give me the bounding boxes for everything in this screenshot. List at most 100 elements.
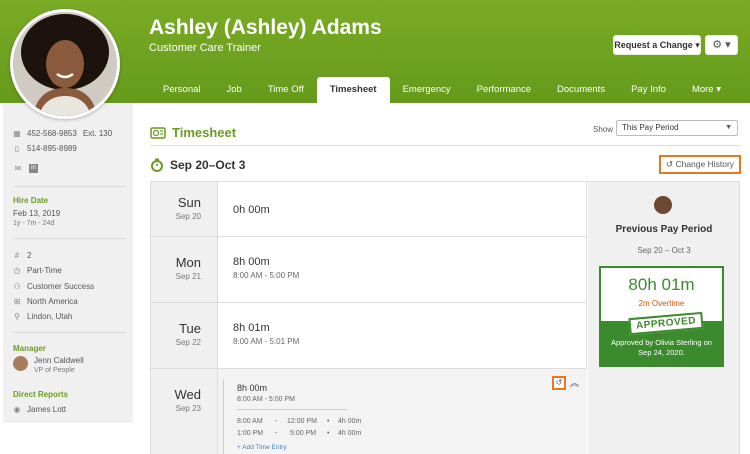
tenure: 1y - 7m - 24d xyxy=(13,220,55,227)
employee-number: 2 xyxy=(27,251,32,260)
stopwatch-icon xyxy=(151,158,163,172)
day-name: Mon xyxy=(175,255,201,270)
day-row-sun[interactable]: Sun Sep 20 0h 00m xyxy=(151,182,587,237)
timesheet-icon xyxy=(150,126,166,139)
manager-name[interactable]: Jenn Caldwell xyxy=(34,356,84,365)
summary-overtime: 2m Overtime xyxy=(638,299,685,308)
divider xyxy=(223,379,224,454)
mobile-phone-icon: ▯ xyxy=(14,143,20,153)
manager-avatar xyxy=(13,356,28,371)
day-row-wed-expanded xyxy=(218,369,587,454)
day-history-icon[interactable]: ↺ xyxy=(552,376,566,390)
clock-icon: ◷ xyxy=(13,265,21,275)
manager-label: Manager xyxy=(13,344,46,353)
history-icon: ↺ xyxy=(665,159,674,169)
pay-period-select-value: This Pay Period xyxy=(622,123,679,132)
chevron-down-icon: ▼ xyxy=(725,124,732,131)
day-time-range: 8:00 AM - 5:00 PM xyxy=(233,271,300,280)
org-chart-icon: ⊞ xyxy=(13,296,21,306)
timesheet-title: Timesheet xyxy=(172,125,237,140)
email-icon[interactable]: ✉ xyxy=(13,164,23,173)
entry-start: 8:00 AM xyxy=(237,418,263,425)
social-links: ✉ in xyxy=(13,164,38,173)
tab-job[interactable]: Job xyxy=(214,77,255,103)
tab-time-off[interactable]: Time Off xyxy=(255,77,317,103)
tab-timesheet[interactable]: Timesheet xyxy=(316,77,390,103)
approver-avatar xyxy=(654,196,672,214)
day-date: Sep 22 xyxy=(175,338,201,347)
tab-personal[interactable]: Personal xyxy=(150,77,214,103)
profile-tabs: Personal Job Time Off Timesheet Emergenc… xyxy=(150,77,734,103)
previous-pay-period-summary: Previous Pay Period Sep 20 – Oct 3 80h 0… xyxy=(588,182,740,454)
manager-title: VP of People xyxy=(34,367,75,374)
tab-more-label: More xyxy=(691,84,714,95)
divider xyxy=(237,409,347,410)
sidebar-divider xyxy=(13,238,125,239)
employment-type-row: ◷ Part-Time xyxy=(13,266,62,275)
request-change-button[interactable]: Request a Change ▾ xyxy=(613,35,701,55)
approved-by-text: Approved by Olivia Sterling on Sep 24, 2… xyxy=(611,338,712,357)
mobile-phone[interactable]: 514-895-8989 xyxy=(27,144,77,153)
employee-job-title: Customer Care Trainer xyxy=(149,42,261,54)
employee-photo xyxy=(10,9,120,119)
day-time-range: 8:00 AM - 5:01 PM xyxy=(233,337,300,346)
timesheet-day-grid: Sun Sep 20 0h 00m Mon Sep 21 8h 00m 8:00… xyxy=(150,182,587,454)
tab-performance[interactable]: Performance xyxy=(464,77,544,103)
day-time-range: 8:00 AM - 5:00 PM xyxy=(237,396,295,403)
division: North America xyxy=(27,297,78,306)
employee-photo-illustration xyxy=(13,12,117,116)
sidebar-divider xyxy=(13,186,125,187)
entry-dash: - xyxy=(275,418,278,425)
change-history-label: Change History xyxy=(675,159,735,169)
day-row-mon[interactable]: Mon Sep 21 8h 00m 8:00 AM - 5:00 PM xyxy=(151,237,587,303)
tab-more[interactable]: More ▾ xyxy=(679,77,734,103)
day-row-tue[interactable]: Tue Sep 22 8h 01m 8:00 AM - 5:01 PM xyxy=(151,303,587,369)
chevron-up-icon[interactable]: ︽ xyxy=(570,376,579,389)
direct-reports-label: Direct Reports xyxy=(13,390,69,399)
summary-range: Sep 20 – Oct 3 xyxy=(637,246,691,255)
office-phone-icon: ▦ xyxy=(13,128,21,138)
day-name: Tue xyxy=(179,321,201,336)
pay-period-label: Sep 20–Oct 3 xyxy=(170,158,246,172)
day-total-hours: 0h 00m xyxy=(233,204,270,216)
entry-start: 1:00 PM xyxy=(237,430,264,437)
day-name: Sun xyxy=(177,195,201,210)
entry-dot: • xyxy=(327,430,330,437)
settings-gear-button[interactable]: ⚙ ▾ xyxy=(705,35,738,55)
entry-dash: - xyxy=(275,430,278,437)
direct-report-row[interactable]: ◉ James Lott xyxy=(13,405,67,414)
tab-emergency[interactable]: Emergency xyxy=(390,77,464,103)
entry-hours: 4h 00m xyxy=(338,418,362,425)
division-row: ⊞ North America xyxy=(13,297,78,306)
divider xyxy=(150,145,740,146)
work-phone[interactable]: 452-568-9853 xyxy=(27,129,77,138)
tab-pay-info[interactable]: Pay Info xyxy=(618,77,679,103)
day-date: Sep 23 xyxy=(175,404,201,413)
entry-end: 5:00 PM xyxy=(290,430,317,437)
hash-icon: # xyxy=(14,250,20,260)
linkedin-icon[interactable]: in xyxy=(29,164,38,173)
manager-row[interactable]: Jenn Caldwell VP of People xyxy=(13,356,84,374)
entry-dot: • xyxy=(327,418,330,425)
entry-end: 12:00 PM xyxy=(287,418,317,425)
location-pin-icon: ⚲ xyxy=(14,311,20,321)
sidebar-divider xyxy=(13,332,125,333)
day-total-hours: 8h 00m xyxy=(237,383,268,393)
timesheet-heading: Timesheet xyxy=(150,125,236,140)
direct-report-name[interactable]: James Lott xyxy=(27,405,66,414)
people-icon: ⚇ xyxy=(13,281,21,291)
add-time-entry-link[interactable]: + Add Time Entry xyxy=(237,444,287,451)
day-total-hours: 8h 01m xyxy=(233,322,270,334)
change-history-button[interactable]: ↺ Change History xyxy=(659,155,741,174)
hire-date: Feb 13, 2019 xyxy=(13,209,61,218)
tab-documents[interactable]: Documents xyxy=(544,77,618,103)
summary-total-hours: 80h 01m xyxy=(628,275,695,294)
day-total-hours: 8h 00m xyxy=(233,256,270,268)
employee-name: Ashley (Ashley) Adams xyxy=(149,16,382,39)
work-phone-row: ▦ 452-568-9853 Ext. 130 xyxy=(13,129,112,138)
day-date: Sep 20 xyxy=(175,212,201,221)
location: Lindon, Utah xyxy=(27,312,73,321)
pay-period-select[interactable]: This Pay Period ▼ xyxy=(616,120,738,136)
employee-sidebar: ▦ 452-568-9853 Ext. 130 ▯ 514-895-8989 ✉… xyxy=(3,103,133,423)
employment-type: Part-Time xyxy=(27,266,62,275)
